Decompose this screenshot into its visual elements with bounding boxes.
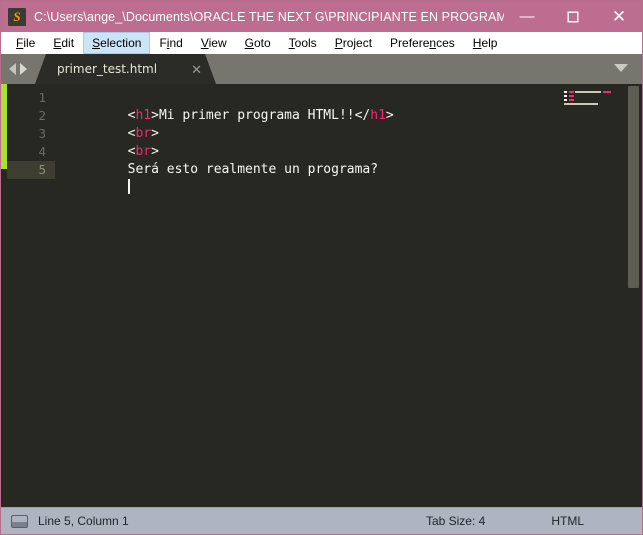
menu-label-goto: Goto	[244, 36, 271, 50]
editor-area[interactable]: 1 2 3 4 5 <h1>Mi primer programa HTML!!<…	[1, 84, 642, 507]
code-token: Será esto realmente un programa?	[127, 162, 379, 177]
vertical-scrollbar[interactable]	[628, 86, 639, 507]
line-number-gutter: 1 2 3 4 5	[7, 84, 55, 507]
tab-bar: primer_test.html ✕	[1, 54, 642, 84]
tab-nav-arrows	[1, 54, 27, 84]
arrow-left-icon[interactable]	[9, 63, 16, 75]
menu-label-find: Find	[159, 36, 183, 50]
menu-item-edit[interactable]: Edit	[44, 32, 83, 54]
code-token: br	[135, 126, 152, 141]
menu-label-file: File	[16, 36, 36, 50]
menu-item-goto[interactable]: Goto	[236, 32, 280, 54]
menu-item-file[interactable]: File	[7, 32, 44, 54]
tab-close-icon[interactable]: ✕	[191, 63, 202, 76]
menu-label-tools: Tools	[288, 36, 317, 50]
code-content[interactable]: <h1>Mi primer programa HTML!!</h1> <br> …	[55, 84, 642, 507]
code-token: >	[151, 144, 159, 159]
status-bar: Line 5, Column 1 Tab Size: 4 HTML	[1, 507, 642, 534]
minimize-button[interactable]: —	[504, 1, 550, 37]
cursor-position: Line 5, Column 1	[38, 514, 129, 528]
maximize-icon	[567, 11, 579, 23]
code-token: h1	[370, 108, 386, 123]
window-title: C:\Users\ange_\Documents\ORACLE THE NEXT…	[34, 9, 504, 24]
minimap-line	[562, 102, 626, 106]
code-line-1: <h1>Mi primer programa HTML!!</h1>	[65, 89, 642, 123]
tab-label: primer_test.html	[57, 62, 158, 76]
syntax-indicator[interactable]: HTML	[551, 514, 584, 528]
sublime-text-window: S C:\Users\ange_\Documents\ORACLE THE NE…	[0, 0, 643, 535]
close-button[interactable]: ✕	[596, 1, 642, 32]
menu-label-selection: Selection	[92, 36, 142, 50]
app-icon: S	[8, 7, 26, 26]
text-cursor	[127, 179, 130, 194]
tab-size-indicator[interactable]: Tab Size: 4	[426, 514, 485, 528]
code-token: >	[385, 108, 394, 123]
chevron-down-icon[interactable]	[614, 64, 628, 72]
code-token: Mi primer programa HTML!!	[158, 108, 355, 123]
code-token: >	[151, 126, 159, 141]
panel-toggle-icon[interactable]	[11, 514, 28, 528]
menu-label-edit: Edit	[53, 36, 75, 50]
menu-item-selection[interactable]: Selection	[83, 32, 151, 54]
menu-item-find[interactable]: Find	[150, 32, 191, 54]
line-number-current: 5	[7, 161, 55, 179]
line-number: 2	[38, 108, 46, 123]
menu-label-project: Project	[334, 36, 373, 50]
menu-item-view[interactable]: View	[192, 32, 236, 54]
maximize-button[interactable]	[550, 1, 596, 32]
line-number: 1	[38, 90, 46, 105]
arrow-right-icon[interactable]	[20, 63, 27, 75]
menu-label-preferences: Preferences	[390, 36, 455, 50]
title-bar: S C:\Users\ange_\Documents\ORACLE THE NE…	[1, 1, 642, 32]
window-controls: — ✕	[504, 1, 642, 32]
code-token: br	[135, 144, 152, 159]
tab-primer-test-html[interactable]: primer_test.html ✕	[35, 54, 216, 84]
menu-item-help[interactable]: Help	[464, 32, 507, 54]
menu-label-help: Help	[472, 36, 498, 50]
scrollbar-thumb[interactable]	[628, 86, 639, 288]
code-token: h1	[135, 108, 152, 123]
menu-item-preferences[interactable]: Preferences	[381, 32, 464, 54]
code-minimap[interactable]	[562, 84, 626, 507]
line-number: 3	[38, 126, 46, 141]
menu-item-tools[interactable]: Tools	[280, 32, 326, 54]
line-number: 4	[38, 144, 46, 159]
app-icon-letter: S	[13, 9, 21, 24]
code-token: >	[151, 108, 159, 123]
menu-item-project[interactable]: Project	[326, 32, 381, 54]
code-token: </	[354, 108, 371, 123]
menu-label-view: View	[200, 36, 227, 50]
